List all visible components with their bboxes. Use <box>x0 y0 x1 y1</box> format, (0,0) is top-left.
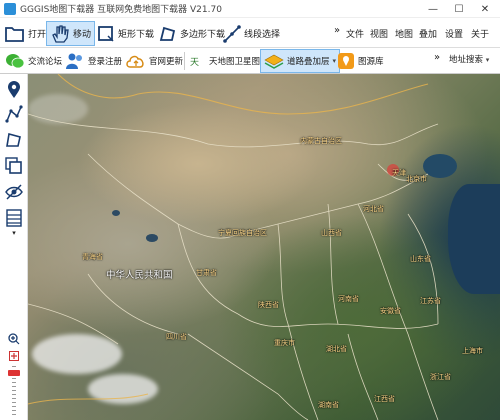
chevron-down-icon[interactable]: ▾ <box>4 228 24 238</box>
tianditu-label: 天地图卫星图 <box>209 57 261 67</box>
main-toolbar: 打开 移动 矩形下载 多边形下载 线段选择 » 文件 视图 地图 叠加 设置 关… <box>0 18 500 48</box>
rect-download-button[interactable]: 矩形下载 <box>94 21 157 46</box>
polyline-icon <box>5 105 23 123</box>
province-label: 陕西省 <box>258 301 279 309</box>
polyline-icon <box>223 24 241 43</box>
title-bar: GGGIS地图下载器 互联网免费地图下载器 V21.70 — ☐ ✕ <box>0 0 500 18</box>
polyline-select-label: 线段选择 <box>244 30 281 40</box>
map-library-button[interactable]: 图源库 <box>334 49 387 73</box>
rectangle-select-icon <box>98 25 114 42</box>
chevron-down-icon: ▾ <box>485 56 490 64</box>
polygon-icon <box>6 132 21 147</box>
toolbar-overflow-chevron[interactable]: » <box>334 25 340 36</box>
province-label: 河南省 <box>338 295 359 303</box>
province-label: 四川省 <box>166 333 187 341</box>
zoom-in-icon <box>8 333 20 345</box>
move-button[interactable]: 移动 <box>46 21 96 46</box>
province-label: 江苏省 <box>420 297 441 305</box>
polygon-download-button[interactable]: 多边形下载 <box>156 21 228 46</box>
menu-overlay[interactable]: 叠加 <box>419 27 437 40</box>
menu-settings[interactable]: 设置 <box>445 27 463 40</box>
forum-button[interactable]: 交流论坛 <box>2 49 65 73</box>
layers-icon <box>264 54 284 69</box>
cloud-upload-icon <box>126 55 144 68</box>
map-marker-icon <box>8 81 20 98</box>
province-label: 天津 <box>392 169 406 177</box>
zoom-plus-button[interactable] <box>4 350 24 362</box>
app-icon <box>4 2 16 15</box>
province-label: 湖北省 <box>326 345 347 353</box>
province-label: 山东省 <box>410 255 431 263</box>
province-label: 北京市 <box>406 175 427 183</box>
address-search-label: 地址搜索 <box>449 55 484 65</box>
province-label: 湖南省 <box>318 401 339 409</box>
visibility-tool-button[interactable] <box>4 182 24 202</box>
folder-icon <box>5 26 24 42</box>
province-borders <box>28 74 439 420</box>
menu-map[interactable]: 地图 <box>395 27 413 40</box>
province-label: 甘肃省 <box>196 269 217 277</box>
layers-tool-button[interactable] <box>4 156 24 176</box>
zoom-in-button[interactable] <box>4 332 24 346</box>
road-overlay-label: 道路叠加层 <box>287 57 330 67</box>
address-search-dropdown[interactable]: 地址搜索 ▾ <box>449 53 489 65</box>
country-label: 中华人民共和国 <box>106 270 173 281</box>
update-label: 官网更新 <box>149 57 184 67</box>
province-label: 内蒙古自治区 <box>300 137 342 145</box>
province-label: 上海市 <box>462 347 483 355</box>
forum-label: 交流论坛 <box>28 57 63 67</box>
province-label: 江西省 <box>374 395 395 403</box>
province-label: 安徽省 <box>380 307 401 315</box>
wechat-icon <box>6 54 25 69</box>
register-label: 登录注册 <box>88 57 123 67</box>
marker-tool-button[interactable] <box>4 80 24 100</box>
list-tool-button[interactable] <box>4 208 24 228</box>
maximize-button[interactable]: ☐ <box>446 0 472 18</box>
province-label: 山西省 <box>321 229 342 237</box>
eye-off-icon <box>5 184 23 200</box>
register-button[interactable]: 登录注册 <box>62 49 125 73</box>
province-label: 青海省 <box>82 253 103 261</box>
plus-icon <box>9 351 19 361</box>
province-label: 浙江省 <box>430 373 451 381</box>
toolbar-separator <box>184 52 185 70</box>
move-label: 移动 <box>73 30 92 40</box>
update-button[interactable]: 官网更新 <box>123 49 186 73</box>
tianditu-satellite-dropdown[interactable]: 天 天地图卫星图 ▾ <box>187 49 270 73</box>
polyline-select-button[interactable]: 线段选择 <box>220 21 283 46</box>
province-label: 河北省 <box>363 205 384 213</box>
window-title: GGGIS地图下载器 互联网免费地图下载器 V21.70 <box>20 5 222 15</box>
menu-about[interactable]: 关于 <box>471 27 489 40</box>
map-view[interactable]: 内蒙古自治区 北京市 天津 河北省 山西省 宁夏回族自治区 青海省 甘肃省 陕西… <box>28 74 500 420</box>
polygon-tool-button[interactable] <box>4 130 24 150</box>
polygon-icon <box>159 26 176 41</box>
close-button[interactable]: ✕ <box>472 0 498 18</box>
menu-file[interactable]: 文件 <box>346 27 364 40</box>
users-icon <box>66 53 82 69</box>
list-icon <box>6 209 22 227</box>
hand-icon <box>52 24 69 43</box>
left-toolbox: ▾ <box>0 74 28 420</box>
polyline-tool-button[interactable] <box>4 104 24 124</box>
rect-download-label: 矩形下载 <box>118 30 155 40</box>
satellite-layer-icon: 天 <box>190 58 199 68</box>
province-label: 重庆市 <box>274 339 295 347</box>
zoom-slider-thumb[interactable] <box>8 370 20 376</box>
open-label: 打开 <box>28 30 47 40</box>
stacked-windows-icon <box>5 157 22 174</box>
road-overlay-dropdown[interactable]: 道路叠加层 ▾ <box>260 49 341 73</box>
open-button[interactable]: 打开 <box>2 21 49 46</box>
map-pin-library-icon <box>338 53 354 69</box>
polygon-download-label: 多边形下载 <box>180 30 226 40</box>
svg-text:天: 天 <box>190 58 199 68</box>
toolbar2-overflow-chevron[interactable]: » <box>434 52 440 63</box>
minimize-button[interactable]: — <box>420 0 446 18</box>
map-library-label: 图源库 <box>358 57 384 67</box>
secondary-toolbar: 交流论坛 登录注册 官网更新 天 天地图卫星图 ▾ 道路叠加层 ▾ 图源库 » … <box>0 48 500 74</box>
menu-view[interactable]: 视图 <box>370 27 388 40</box>
province-label: 宁夏回族自治区 <box>218 229 267 237</box>
